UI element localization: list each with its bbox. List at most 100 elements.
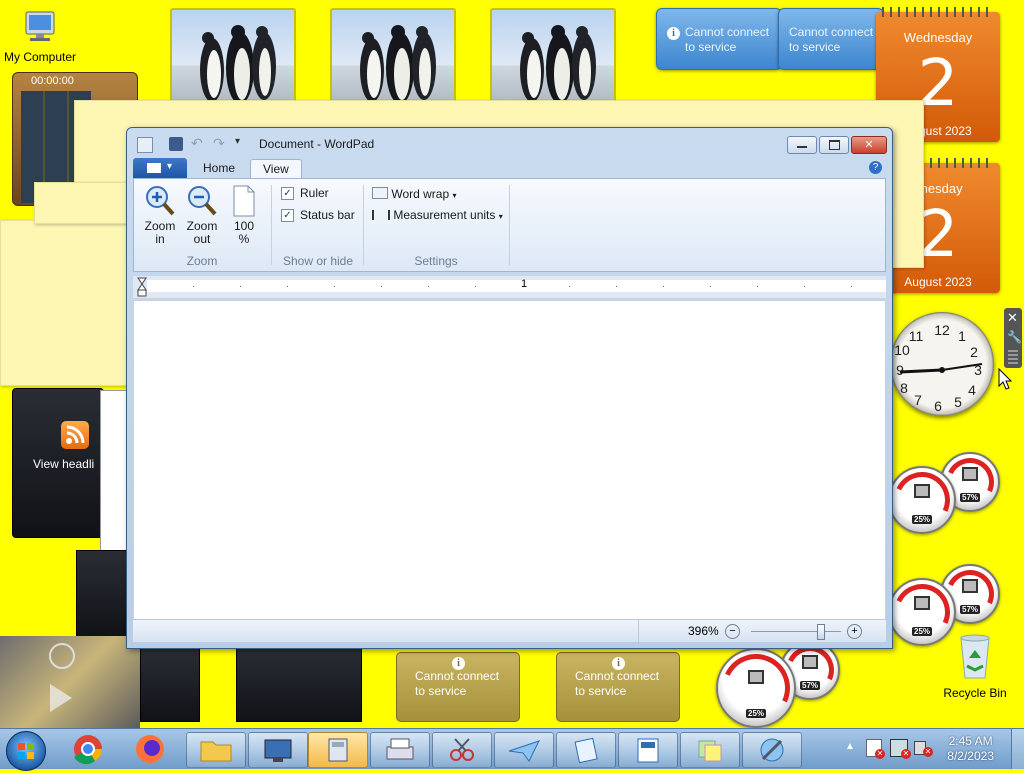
wrench-icon[interactable]: 🔧 [1007, 330, 1022, 344]
sticky-note-left[interactable] [0, 220, 132, 386]
folder-icon [200, 741, 232, 762]
ribbon-separator [363, 185, 364, 265]
memory-chip-icon [962, 579, 978, 594]
slideshow-gadget[interactable] [0, 636, 140, 728]
ribbon-separator [509, 185, 510, 265]
send-taskbar-button[interactable] [494, 732, 554, 768]
document-area[interactable] [133, 300, 886, 620]
measurement-icon [372, 210, 390, 220]
customize-qat-icon[interactable]: ▾ [235, 136, 240, 147]
paper-plane-icon [508, 740, 540, 762]
word-wrap-dropdown[interactable]: Word wrap ▾ [372, 187, 457, 202]
clock-tray[interactable]: 2:45 AM 8/2/2023 [947, 734, 994, 764]
group-zoom-label: Zoom [186, 254, 218, 268]
close-button[interactable]: ✕ [851, 136, 887, 154]
show-hidden-icons[interactable]: ▲ [845, 741, 855, 752]
drag-handle-icon[interactable] [1008, 350, 1018, 364]
explorer-taskbar-button[interactable] [186, 732, 246, 768]
tray-time: 2:45 AM [948, 734, 993, 748]
penguin-photo-1[interactable] [170, 8, 296, 112]
cpu-chip-icon [914, 484, 930, 499]
zoom-out-small-icon[interactable]: − [725, 624, 740, 639]
play-icon [49, 643, 75, 712]
recycle-bin-icon[interactable]: Recycle Bin [935, 632, 1015, 700]
rss-label: View headli [33, 457, 95, 471]
zoom-out-button[interactable]: Zoom out [182, 185, 222, 246]
zoom-slider-thumb[interactable] [817, 624, 825, 640]
cpu-gauge-3[interactable]: 25% [712, 644, 800, 732]
rss-icon [61, 421, 89, 449]
journal-taskbar-button[interactable] [556, 732, 616, 768]
window-title: Document - WordPad [259, 137, 375, 151]
gold-weather-gadget-2[interactable]: i Cannot connect to service [556, 652, 680, 722]
show-desktop-button[interactable] [1011, 729, 1024, 769]
zoom-in-button[interactable]: Zoom in [140, 185, 180, 246]
weather-message: Cannot connect to service [415, 669, 500, 698]
scissors-icon [450, 738, 474, 761]
weather-gadget-2[interactable]: Cannot connect to service [778, 8, 884, 70]
status-bar: 396% − + [133, 619, 886, 642]
volume-icon[interactable]: ✕ [914, 741, 933, 757]
cpu-gauge-1[interactable]: 25% [886, 464, 958, 536]
firefox-taskbar-button[interactable] [122, 732, 178, 766]
undo-icon[interactable]: ↶ [191, 135, 203, 152]
tools-icon [760, 738, 784, 762]
sticky-note-small[interactable] [34, 182, 132, 224]
weather-gadget-1[interactable]: i Cannot connect to service [656, 8, 782, 70]
dark-tile-2 [236, 648, 362, 722]
weather-message: Cannot connect to service [789, 25, 874, 54]
tab-home[interactable]: Home [191, 159, 247, 178]
status-bar-checkbox[interactable]: ✓ [281, 209, 294, 222]
cpu-gauge-2[interactable]: 25% [886, 576, 958, 648]
minimize-button[interactable] [787, 136, 817, 154]
gadget-controls: ✕ 🔧 [1004, 308, 1022, 368]
recycle-bin-graphic [955, 632, 995, 682]
start-button[interactable] [6, 731, 46, 771]
penguin-photo-3[interactable] [490, 8, 616, 112]
tab-view[interactable]: View [250, 159, 302, 179]
zoom-slider-track[interactable] [751, 631, 841, 632]
mouse-cursor-icon [998, 368, 1012, 390]
chrome-taskbar-button[interactable] [60, 732, 116, 766]
zoom-in-icon [146, 186, 175, 216]
printer-icon [386, 738, 414, 760]
remote-desktop-taskbar-button[interactable] [248, 732, 308, 768]
application-menu-button[interactable]: ▾ [133, 158, 187, 178]
calculator-taskbar-button[interactable] [308, 732, 368, 768]
wordpad-app-icon [137, 137, 153, 153]
dark-tile-left [76, 550, 128, 638]
ruler[interactable]: 1 [133, 276, 886, 299]
help-icon[interactable]: ? [869, 161, 882, 174]
sticky-notes-taskbar-button[interactable] [680, 732, 740, 768]
redo-icon[interactable]: ↷ [213, 135, 225, 152]
save-icon[interactable] [169, 137, 183, 151]
action-center-icon[interactable]: ✕ [866, 739, 885, 759]
notepad-icon [574, 737, 598, 764]
zoom-in-small-icon[interactable]: + [847, 624, 862, 639]
wordpad-taskbar-button[interactable] [618, 732, 678, 768]
cpu-chip-icon [914, 596, 930, 611]
close-icon[interactable]: ✕ [1007, 310, 1018, 326]
cpu-percent: 25% [745, 709, 767, 718]
penguin-photo-2[interactable] [330, 8, 456, 112]
measurement-units-dropdown[interactable]: Measurement units ▾ [372, 209, 503, 223]
clock-gadget[interactable]: 12 1 2 3 4 5 6 7 8 9 10 11 [890, 312, 994, 416]
wordpad-icon [637, 738, 659, 763]
word-wrap-icon [372, 187, 388, 199]
indent-marker-icon[interactable] [137, 276, 147, 298]
maximize-button[interactable] [819, 136, 849, 154]
memory-chip-icon [802, 655, 818, 670]
my-computer-icon[interactable]: My Computer [0, 10, 80, 64]
feed-headlines-gadget[interactable]: View headli [12, 388, 104, 538]
snipping-tool-taskbar-button[interactable] [432, 732, 492, 768]
wordpad-window[interactable]: ↶ ↷ ▾ Document - WordPad ✕ ▾ Home View ?… [126, 127, 893, 649]
network-icon[interactable]: ✕ [890, 739, 911, 759]
hundred-percent-button[interactable]: 100% [226, 185, 262, 246]
gold-weather-gadget-1[interactable]: i Cannot connect to service [396, 652, 520, 722]
tools-taskbar-button[interactable] [742, 732, 802, 768]
ruler-checkbox[interactable]: ✓ [281, 187, 294, 200]
fax-taskbar-button[interactable] [370, 732, 430, 768]
ruler-ticks [147, 286, 886, 287]
computer-icon [20, 10, 60, 46]
calendar-day: Wednesday [903, 30, 973, 45]
